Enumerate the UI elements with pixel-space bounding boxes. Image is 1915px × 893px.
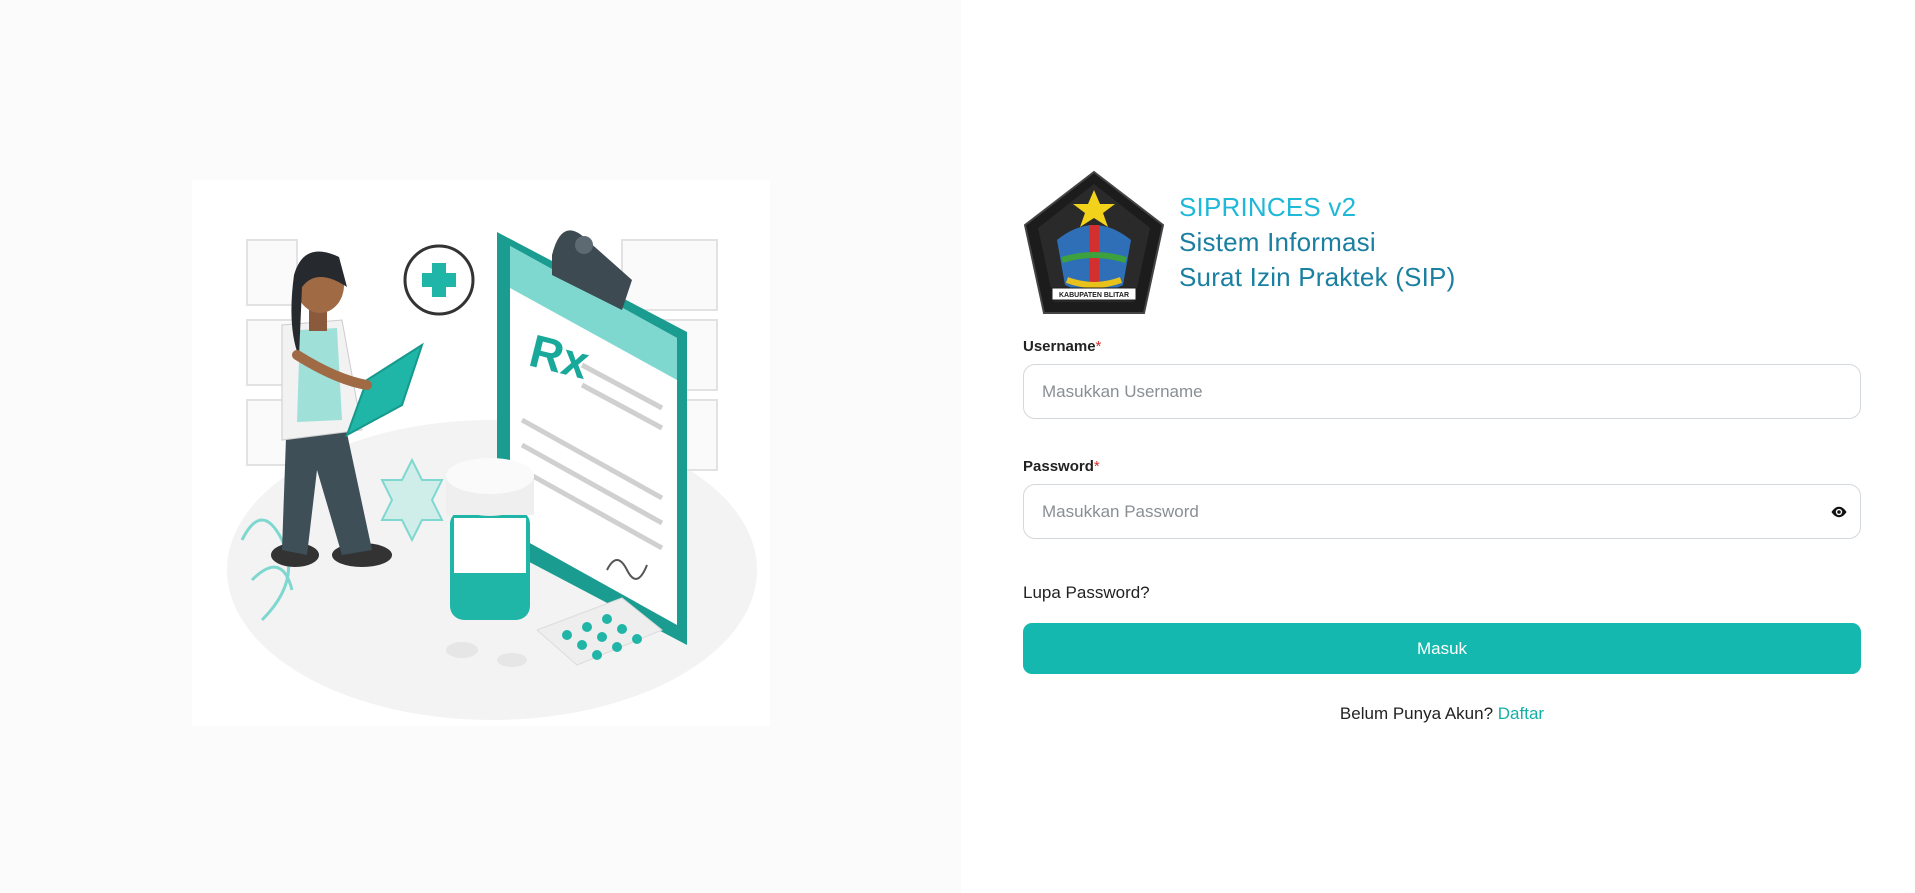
password-input[interactable] [1024,485,1860,538]
brand-title-block: SIPRINCES v2 Sistem Informasi Surat Izin… [1179,190,1455,295]
register-prompt: Belum Punya Akun? Daftar [1023,704,1861,724]
logo-caption: KABUPATEN BLITAR [1059,292,1129,299]
password-label: Password* [1023,458,1861,480]
register-link[interactable]: Daftar [1498,704,1544,723]
password-input-wrapper [1023,484,1861,539]
login-button[interactable]: Masuk [1023,623,1861,674]
login-page: Rx KABUPATEN BLITAR SIPRINCES v2 Sistem … [0,0,1915,893]
login-form: Username* Password* Lupa Password? Ma [1023,338,1861,724]
forgot-password-link[interactable]: Lupa Password? [1023,583,1861,603]
password-label-text: Password [1023,458,1094,475]
no-account-text: Belum Punya Akun? [1339,704,1494,723]
kabupaten-blitar-logo: KABUPATEN BLITAR [1023,170,1165,314]
username-field-group: Username* [1023,338,1861,419]
eye-icon[interactable] [1830,503,1848,521]
username-input-wrapper [1023,364,1861,419]
app-subtitle-line1: Sistem Informasi [1179,227,1376,257]
doctor-prescription-illustration: Rx [192,180,770,726]
username-label: Username* [1023,338,1861,360]
password-field-group: Password* [1023,458,1861,539]
username-input[interactable] [1024,365,1860,418]
required-mark: * [1095,338,1102,355]
app-name: SIPRINCES v2 [1179,192,1357,222]
required-mark: * [1093,458,1100,475]
login-panel: KABUPATEN BLITAR SIPRINCES v2 Sistem Inf… [961,0,1915,893]
app-subtitle-line2: Surat Izin Praktek (SIP) [1179,262,1456,292]
username-label-text: Username [1023,338,1096,355]
brand-header: KABUPATEN BLITAR SIPRINCES v2 Sistem Inf… [1022,170,1455,316]
illustration-panel: Rx [0,0,961,893]
